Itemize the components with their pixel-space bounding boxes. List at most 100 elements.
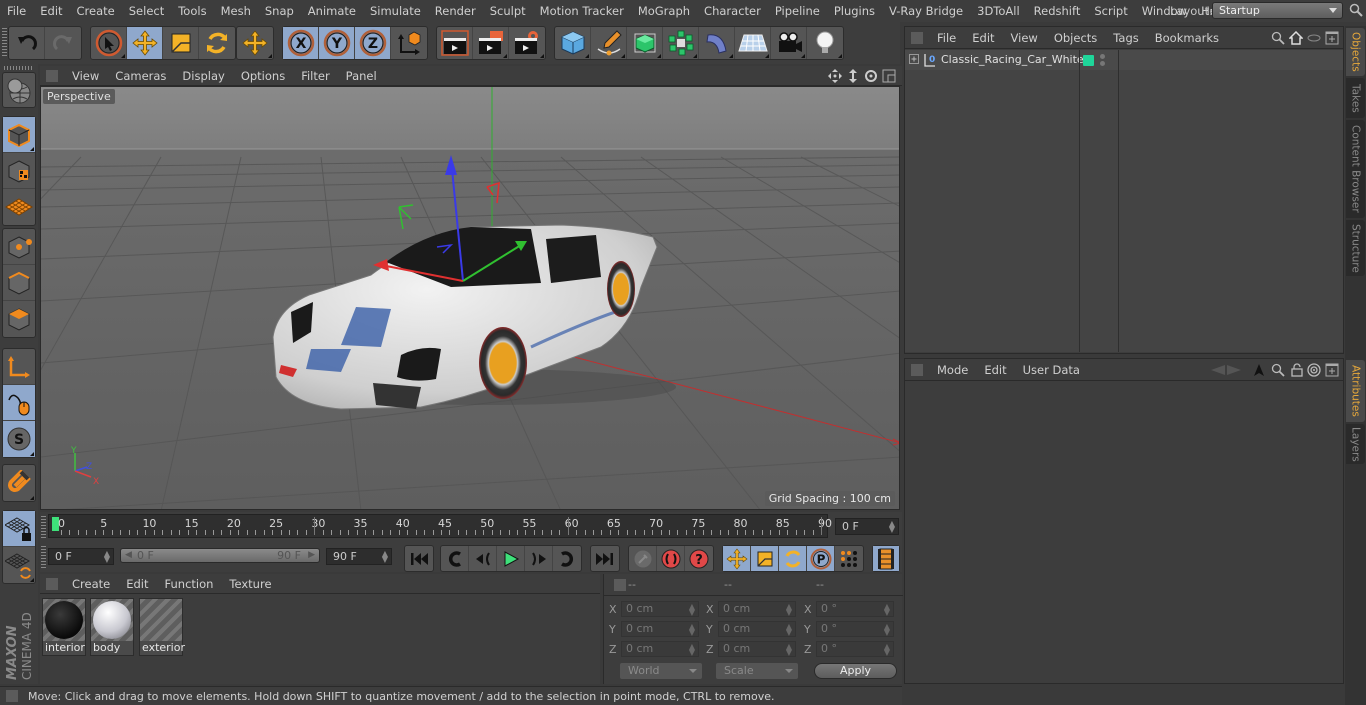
- viewport-menu-cameras[interactable]: Cameras: [107, 69, 174, 83]
- object-menu-bookmarks[interactable]: Bookmarks: [1147, 31, 1227, 45]
- light-button[interactable]: [807, 27, 843, 59]
- apply-button[interactable]: Apply: [814, 663, 897, 679]
- frame-range-slider[interactable]: ◀ 0 F 90 F ▶: [120, 548, 320, 563]
- back-forward-arrows-icon[interactable]: [1209, 364, 1243, 376]
- up-arrow-icon[interactable]: [1253, 363, 1265, 377]
- y-axis-lock-button[interactable]: Y: [319, 27, 355, 59]
- new-panel-icon[interactable]: [1325, 31, 1339, 45]
- tab-layers[interactable]: Layers: [1346, 424, 1365, 464]
- record-keys-button[interactable]: [629, 546, 657, 571]
- subdivision-surface-button[interactable]: [627, 27, 663, 59]
- menu-vray-bridge[interactable]: V-Ray Bridge: [882, 0, 970, 22]
- rotation-z-field[interactable]: 0 ° ▲ ▼: [816, 641, 894, 657]
- column-divider[interactable]: [1079, 50, 1080, 352]
- orbit-view-icon[interactable]: [864, 69, 878, 83]
- timeline-ruler[interactable]: 0 5 10 15 20 25 30 35 40 45 50 55 60 65 70 75 80 85 90: [48, 514, 832, 538]
- toolbar-grip[interactable]: [2, 28, 7, 58]
- home-icon[interactable]: [1289, 30, 1303, 45]
- spinner-icon[interactable]: ▲ ▼: [786, 623, 792, 637]
- pen-tool-button[interactable]: [591, 27, 627, 59]
- locked-workplane-button[interactable]: [3, 547, 35, 583]
- rotate-tool-button[interactable]: [199, 27, 235, 59]
- camera-button[interactable]: [771, 27, 807, 59]
- panel-grip-icon[interactable]: [614, 579, 626, 591]
- step-forward-button[interactable]: [525, 546, 553, 571]
- search-icon[interactable]: [1271, 363, 1285, 377]
- edges-mode-button[interactable]: [3, 265, 35, 301]
- material-menu-function[interactable]: Function: [157, 577, 222, 591]
- live-selection-button[interactable]: [91, 27, 127, 59]
- record-position-button[interactable]: [723, 546, 751, 571]
- dolly-view-icon[interactable]: [846, 68, 860, 83]
- viewport-menu-options[interactable]: Options: [233, 69, 293, 83]
- current-frame-field[interactable]: 0 F ▲ ▼: [835, 518, 899, 535]
- menu-snap[interactable]: Snap: [258, 0, 301, 22]
- menu-tools[interactable]: Tools: [171, 0, 213, 22]
- z-axis-lock-button[interactable]: Z: [355, 27, 391, 59]
- coordinate-system-button[interactable]: [391, 27, 427, 59]
- polygons-mode-button[interactable]: [3, 301, 35, 337]
- camera-label[interactable]: Perspective: [43, 89, 115, 104]
- record-point-level-button[interactable]: [835, 546, 863, 571]
- use-viewport-button[interactable]: [3, 73, 35, 109]
- tab-content-browser[interactable]: Content Browser: [1346, 120, 1365, 218]
- position-x-field[interactable]: 0 cm ▲ ▼: [621, 601, 699, 617]
- tab-attributes[interactable]: Attributes: [1346, 360, 1365, 422]
- auto-keying-button[interactable]: [657, 546, 685, 571]
- scale-tool-button[interactable]: [163, 27, 199, 59]
- object-menu-tags[interactable]: Tags: [1105, 31, 1146, 45]
- range-right-arrow-icon[interactable]: ▶: [308, 549, 315, 562]
- end-frame-field[interactable]: 90 F ▲ ▼: [326, 548, 392, 565]
- panel-grip-icon[interactable]: [46, 577, 58, 590]
- cloner-button[interactable]: [663, 27, 699, 59]
- tab-objects[interactable]: Objects: [1346, 28, 1365, 76]
- size-z-field[interactable]: 0 cm ▲ ▼: [718, 641, 796, 657]
- menu-sculpt[interactable]: Sculpt: [483, 0, 533, 22]
- timeline-grip[interactable]: [41, 516, 46, 538]
- coordinate-space-select[interactable]: World: [620, 663, 702, 679]
- spinner-icon[interactable]: ▲ ▼: [104, 550, 110, 564]
- spinner-icon[interactable]: ▲ ▼: [689, 603, 695, 617]
- keyframe-selection-button[interactable]: ?: [685, 546, 713, 571]
- target-icon[interactable]: [1307, 362, 1321, 377]
- panel-grip-icon[interactable]: [911, 363, 923, 376]
- menu-render[interactable]: Render: [428, 0, 483, 22]
- viewport-menu-display[interactable]: Display: [174, 69, 232, 83]
- tab-takes[interactable]: Takes: [1346, 78, 1365, 118]
- lock-icon[interactable]: [1291, 362, 1303, 377]
- spinner-icon[interactable]: ▲ ▼: [689, 643, 695, 657]
- search-icon[interactable]: [1271, 31, 1285, 45]
- spinner-icon[interactable]: ▲ ▼: [884, 643, 890, 657]
- spinner-icon[interactable]: ▲ ▼: [884, 623, 890, 637]
- menu-create[interactable]: Create: [70, 0, 122, 22]
- tab-structure[interactable]: Structure: [1346, 220, 1365, 276]
- object-menu-edit[interactable]: Edit: [964, 31, 1002, 45]
- undo-button[interactable]: [9, 27, 45, 59]
- points-mode-button[interactable]: [3, 229, 35, 265]
- render-visibility-dot[interactable]: [1100, 61, 1105, 66]
- texture-mode-button[interactable]: [3, 153, 35, 189]
- size-y-field[interactable]: 0 cm ▲ ▼: [718, 621, 796, 637]
- rotation-x-field[interactable]: 0 ° ▲ ▼: [816, 601, 894, 617]
- record-scale-button[interactable]: [751, 546, 779, 571]
- menu-redshift[interactable]: Redshift: [1027, 0, 1088, 22]
- spinner-icon[interactable]: ▲ ▼: [884, 603, 890, 617]
- coordinate-mode-select[interactable]: Scale: [716, 663, 798, 679]
- spinner-icon[interactable]: ▲ ▼: [786, 603, 792, 617]
- material-interior[interactable]: interior: [42, 598, 86, 656]
- axis-mode-button[interactable]: [3, 349, 35, 385]
- material-exterior[interactable]: exterior: [139, 598, 185, 656]
- go-to-end-button[interactable]: [591, 546, 619, 571]
- panel-grip-icon[interactable]: [6, 690, 18, 702]
- menu-animate[interactable]: Animate: [301, 0, 363, 22]
- new-panel-icon[interactable]: [1325, 363, 1339, 377]
- menu-script[interactable]: Script: [1087, 0, 1134, 22]
- play-forwards-button[interactable]: [497, 546, 525, 571]
- attribute-menu-mode[interactable]: Mode: [929, 363, 976, 377]
- menu-mesh[interactable]: Mesh: [214, 0, 258, 22]
- redo-button[interactable]: [45, 27, 81, 59]
- spinner-icon[interactable]: ▲ ▼: [889, 520, 895, 534]
- material-menu-edit[interactable]: Edit: [118, 577, 156, 591]
- model-mode-button[interactable]: [3, 117, 35, 153]
- 3d-viewport[interactable]: Y Z X Perspective Grid Spacing : 100 cm: [40, 86, 900, 510]
